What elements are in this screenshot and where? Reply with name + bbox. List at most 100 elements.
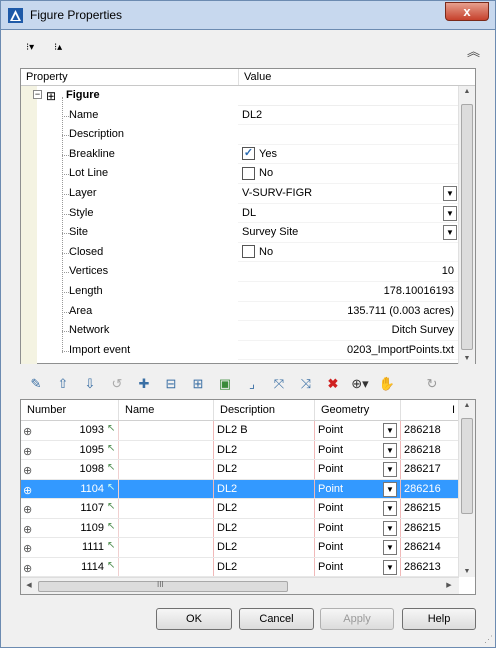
geometry-dropdown-arrow-icon[interactable]: ▼ — [383, 481, 397, 497]
pan-icon[interactable]: ✋ — [377, 376, 397, 392]
property-row[interactable]: Lot Line No — [21, 164, 459, 184]
property-value-cell[interactable]: No — [238, 164, 459, 184]
collapse-all-icon[interactable]: ⁝▴ — [54, 41, 70, 55]
property-row[interactable]: Length 178.10016193 — [21, 282, 459, 302]
geometry-dropdown-arrow-icon[interactable]: ▼ — [383, 442, 397, 458]
scroll-right-arrow[interactable]: ▶ — [441, 581, 457, 589]
apply-button[interactable]: Apply — [320, 608, 394, 630]
property-row[interactable]: Name DL2 — [21, 105, 459, 126]
collapse-panel-icon[interactable]: ︽ — [467, 41, 480, 60]
property-row[interactable]: Closed No — [21, 242, 459, 263]
pick-point-icon[interactable]: ⤧ — [269, 376, 289, 392]
column-header-description[interactable]: Description — [214, 400, 315, 420]
property-row[interactable]: Import event 0203_ImportPoints.txt — [21, 340, 459, 361]
dropdown-arrow-icon[interactable]: ▼ — [443, 186, 457, 201]
scroll-left-arrow[interactable]: ◀ — [21, 581, 37, 589]
property-row[interactable]: Network Ditch Survey — [21, 321, 459, 341]
geometry-dropdown-arrow-icon[interactable]: ▼ — [383, 520, 397, 536]
point-name-cell[interactable] — [119, 479, 214, 498]
remove-point-icon[interactable]: ⤨ — [296, 376, 316, 392]
property-value-cell[interactable]: Survey Site ▼ — [238, 223, 459, 243]
select-pointer-icon[interactable]: ↖ — [107, 540, 115, 551]
property-value-cell[interactable] — [238, 125, 459, 145]
grid-scroll-up-arrow[interactable]: ▲ — [459, 402, 475, 409]
geometry-dropdown-arrow-icon[interactable]: ▼ — [383, 540, 397, 555]
point-name-cell[interactable] — [119, 557, 214, 576]
edit-icon[interactable]: ✎ — [26, 376, 46, 392]
insert-after-icon[interactable]: ⊞ — [188, 376, 208, 392]
property-row[interactable]: Style DL ▼ — [21, 203, 459, 224]
select-pointer-icon[interactable]: ↖ — [107, 482, 115, 493]
point-description-cell[interactable]: DL2 B — [214, 421, 315, 440]
property-row[interactable]: Site Survey Site ▼ — [21, 223, 459, 243]
scroll-down-arrow[interactable]: ▼ — [459, 355, 475, 362]
property-value-cell[interactable]: ✓ Yes — [238, 145, 459, 165]
checkbox[interactable] — [242, 245, 255, 259]
points-vertical-scrollbar[interactable]: ▲ ▼ — [458, 400, 475, 577]
cancel-button[interactable]: Cancel — [239, 608, 314, 630]
grid-scroll-down-arrow[interactable]: ▼ — [459, 568, 475, 575]
point-name-cell[interactable] — [119, 538, 214, 557]
column-header-extra[interactable]: I — [401, 400, 459, 420]
point-description-cell[interactable]: DL2 — [214, 460, 315, 479]
column-header-value[interactable]: Value — [239, 69, 271, 85]
property-row[interactable]: Description — [21, 125, 459, 145]
zoom-icon[interactable]: ⊕▾ — [350, 376, 370, 392]
help-button[interactable]: Help — [402, 608, 476, 630]
group-row-figure[interactable]: − ⊞ Figure — [21, 86, 459, 106]
select-pointer-icon[interactable]: ↖ — [107, 462, 115, 473]
reverse-icon[interactable]: ↺ — [107, 376, 127, 392]
grid-scroll-thumb[interactable] — [461, 418, 473, 514]
scroll-thumb[interactable] — [461, 104, 473, 350]
select-pointer-icon[interactable]: ↖ — [107, 443, 115, 454]
geometry-dropdown-arrow-icon[interactable]: ▼ — [383, 559, 397, 575]
point-name-cell[interactable] — [119, 518, 214, 537]
point-description-cell[interactable]: DL2 — [214, 479, 315, 498]
property-value-cell[interactable]: DL2 — [238, 106, 459, 126]
export-icon[interactable]: ▣ — [215, 376, 235, 392]
geometry-dropdown-arrow-icon[interactable]: ▼ — [383, 501, 397, 516]
insert-before-icon[interactable]: ⊟ — [161, 376, 181, 392]
select-pointer-icon[interactable]: ↖ — [107, 501, 115, 512]
column-header-property[interactable]: Property — [21, 69, 239, 85]
point-name-cell[interactable] — [119, 460, 214, 479]
select-pointer-icon[interactable]: ↖ — [107, 423, 115, 434]
move-up-icon[interactable]: ⇧ — [53, 376, 73, 392]
property-row[interactable]: Breakline ✓ Yes — [21, 144, 459, 165]
property-row[interactable]: Vertices 10 — [21, 262, 459, 282]
move-down-icon[interactable]: ⇩ — [80, 376, 100, 392]
geometry-dropdown-arrow-icon[interactable]: ▼ — [383, 462, 397, 477]
point-description-cell[interactable]: DL2 — [214, 538, 315, 557]
checkbox[interactable] — [242, 166, 255, 180]
collapse-icon[interactable]: − — [33, 90, 42, 99]
select-pointer-icon[interactable]: ↖ — [107, 521, 115, 532]
select-pointer-icon[interactable]: ↖ — [107, 560, 115, 571]
checkbox[interactable]: ✓ — [242, 147, 255, 161]
point-name-cell[interactable] — [119, 499, 214, 518]
scroll-up-arrow[interactable]: ▲ — [459, 88, 475, 95]
column-header-number[interactable]: Number — [21, 400, 119, 420]
property-value-cell[interactable]: V-SURV-FIGR ▼ — [238, 184, 459, 204]
delete-icon[interactable]: ✖ — [323, 376, 343, 392]
property-value-cell[interactable]: DL ▼ — [238, 204, 459, 224]
point-description-cell[interactable]: DL2 — [214, 557, 315, 576]
add-vertex-icon[interactable]: ✚ — [134, 376, 154, 392]
point-description-cell[interactable]: DL2 — [214, 518, 315, 537]
property-vertical-scrollbar[interactable]: ▲ ▼ — [458, 86, 475, 364]
ok-button[interactable]: OK — [156, 608, 232, 630]
geometry-dropdown-arrow-icon[interactable]: ▼ — [383, 423, 397, 438]
point-name-cell[interactable] — [119, 421, 214, 440]
property-row[interactable]: Area 135.711 (0.003 acres) — [21, 301, 459, 322]
point-description-cell[interactable]: DL2 — [214, 499, 315, 518]
add-point-icon[interactable]: ⌟ — [242, 376, 262, 392]
dropdown-arrow-icon[interactable]: ▼ — [443, 205, 457, 221]
property-value-cell[interactable]: No — [238, 243, 459, 263]
horizontal-scroll-thumb[interactable]: III — [38, 580, 288, 592]
resize-grip-icon[interactable]: ⋰ — [484, 634, 493, 645]
point-name-cell[interactable] — [119, 440, 214, 459]
expand-all-icon[interactable]: ⁝▾ — [26, 41, 42, 55]
dropdown-arrow-icon[interactable]: ▼ — [443, 225, 457, 241]
point-description-cell[interactable]: DL2 — [214, 440, 315, 459]
points-horizontal-scrollbar[interactable]: ◀ III ▶ — [21, 577, 459, 594]
refresh-icon[interactable]: ↻ — [422, 376, 442, 392]
